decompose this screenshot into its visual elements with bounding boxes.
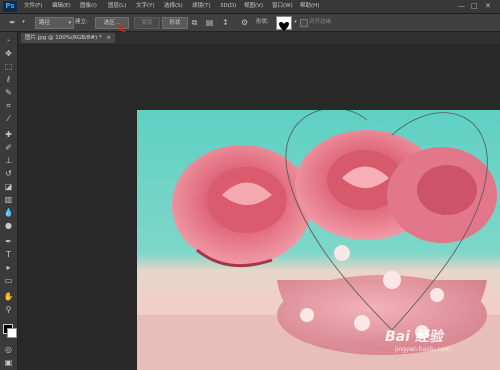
marquee-tool-icon[interactable]: ⬚	[3, 61, 14, 72]
tools-panel: » ✥ ⬚ ℓ ✎ ⌗ ⁄ ✚ ✐ ⊥ ↺ ◪ ▥ 💧 ● ✒ T ▸ ▭ ✋ …	[0, 32, 18, 370]
close-tab-icon[interactable]: ×	[106, 35, 111, 41]
roses-photo	[137, 110, 500, 370]
menu-bar: Ps 文件(F) 编辑(E) 图像(I) 图层(L) 文字(Y) 选择(S) 滤…	[0, 0, 500, 14]
eyedropper-tool-icon[interactable]: ⁄	[3, 113, 14, 124]
pen-tool-preset-icon[interactable]: ✒	[8, 18, 17, 27]
document-canvas-image[interactable]: Bai 经验 jingyan.baidu.com	[137, 110, 500, 370]
shape-button[interactable]: 形状	[162, 17, 188, 29]
document-tab-title: 图片.jpg @ 100%(RGB/8#) *	[25, 35, 102, 41]
chevron-down-icon: ▾	[68, 20, 71, 26]
path-operations-icon[interactable]: ⧉	[190, 18, 199, 27]
clone-stamp-tool-icon[interactable]: ⊥	[3, 155, 14, 166]
create-label: 建立:	[75, 19, 88, 25]
healing-brush-tool-icon[interactable]: ✚	[3, 129, 14, 140]
path-selection-tool-icon[interactable]: ▸	[3, 262, 14, 273]
dodge-tool-icon[interactable]: ●	[3, 220, 14, 231]
heart-shape-icon	[279, 22, 289, 31]
menu-3d[interactable]: 3D(D)	[220, 0, 236, 13]
eraser-tool-icon[interactable]: ◪	[3, 181, 14, 192]
menu-layer[interactable]: 图层(L)	[108, 0, 126, 13]
collapse-panel-icon[interactable]: »	[3, 36, 14, 47]
lasso-tool-icon[interactable]: ℓ	[3, 74, 14, 85]
menu-file[interactable]: 文件(F)	[24, 0, 42, 13]
history-brush-tool-icon[interactable]: ↺	[3, 168, 14, 179]
move-tool-icon[interactable]: ✥	[3, 48, 14, 59]
close-window-button[interactable]: ✕	[485, 0, 491, 13]
gradient-tool-icon[interactable]: ▥	[3, 194, 14, 205]
quick-select-tool-icon[interactable]: ✎	[3, 87, 14, 98]
photoshop-logo: Ps	[3, 1, 17, 12]
document-tab[interactable]: 图片.jpg @ 100%(RGB/8#) * ×	[21, 33, 115, 43]
chevron-down-icon[interactable]: ▾	[291, 18, 300, 27]
mask-button[interactable]: 蒙版	[134, 17, 160, 29]
document-tab-bar: 图片.jpg @ 100%(RGB/8#) * ×	[17, 32, 500, 44]
watermark-url: jingyan.baidu.com	[395, 346, 451, 353]
shape-tool-icon[interactable]: ▭	[3, 275, 14, 286]
pen-tool-icon[interactable]: ✒	[3, 236, 14, 247]
chevron-down-icon[interactable]: ▾	[19, 18, 28, 27]
baidu-watermark: Bai 经验	[385, 329, 443, 345]
menu-filter[interactable]: 滤镜(T)	[192, 0, 211, 13]
menu-type[interactable]: 文字(Y)	[136, 0, 155, 13]
menu-select[interactable]: 选择(S)	[164, 0, 183, 13]
mode-select[interactable]: 路径 ▾	[35, 17, 74, 29]
menu-image[interactable]: 图像(I)	[80, 0, 97, 13]
mode-value: 路径	[39, 20, 51, 26]
menu-edit[interactable]: 编辑(E)	[52, 0, 71, 13]
menu-view[interactable]: 视图(V)	[244, 0, 263, 13]
minimize-button[interactable]: —	[458, 0, 465, 13]
align-edges-label: 对齐边缘	[309, 19, 332, 25]
crop-tool-icon[interactable]: ⌗	[3, 100, 14, 111]
path-alignment-icon[interactable]: ▤	[205, 18, 214, 27]
menu-window[interactable]: 窗口(W)	[272, 0, 293, 13]
quick-mask-icon[interactable]: ◎	[3, 344, 14, 355]
type-tool-icon[interactable]: T	[3, 249, 14, 260]
screen-mode-icon[interactable]: ▣	[3, 357, 14, 368]
shape-picker[interactable]	[276, 16, 292, 31]
hand-tool-icon[interactable]: ✋	[3, 291, 14, 302]
options-bar: ✒ ▾ 路径 ▾ 建立: 选区... 蒙版 形状 ⧉ ▤ ↕ ⚙ 形状: ▾ 对…	[0, 14, 500, 39]
brush-tool-icon[interactable]: ✐	[3, 142, 14, 153]
align-edges-checkbox[interactable]	[300, 19, 308, 27]
blur-tool-icon[interactable]: 💧	[3, 207, 14, 218]
path-arrangement-icon[interactable]: ↕	[221, 18, 230, 27]
gear-icon[interactable]: ⚙	[240, 18, 249, 27]
maximize-button[interactable]: □	[471, 0, 478, 13]
background-color-swatch[interactable]	[7, 328, 17, 338]
menu-help[interactable]: 帮助(H)	[300, 0, 319, 13]
zoom-tool-icon[interactable]: ⚲	[3, 304, 14, 315]
shape-label: 形状:	[256, 19, 269, 25]
